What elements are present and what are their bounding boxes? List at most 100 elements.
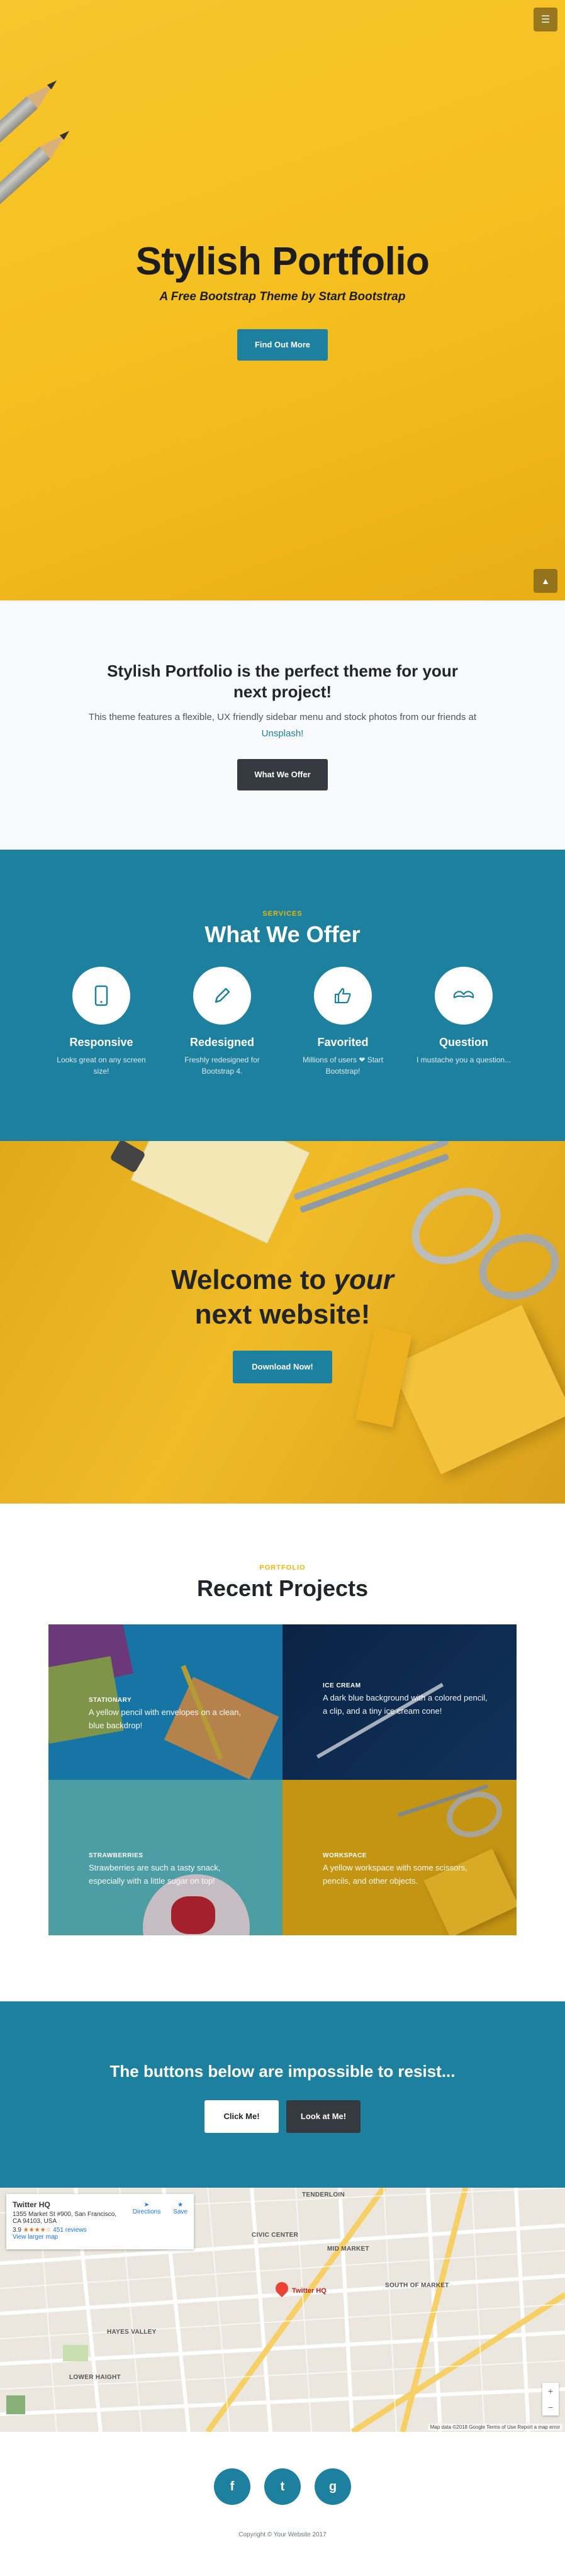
menu-toggle-button[interactable]: ☰: [534, 8, 557, 31]
social-links: f t g: [0, 2468, 565, 2505]
copyright-text: Copyright © Your Website 2017: [238, 2531, 327, 2538]
service-title: Question: [439, 1036, 488, 1049]
service-title: Responsive: [69, 1036, 133, 1049]
service-text: Millions of users ❤ Start Bootstrap!: [302, 1055, 384, 1076]
map-rating-row: 3.9 ★★★★☆ 451 reviews: [13, 2227, 187, 2234]
portfolio-item-text: Strawberries are such a tasty snack, esp…: [89, 1863, 221, 1886]
unsplash-link[interactable]: Unsplash!: [262, 728, 304, 739]
callout-heading-line2: next website!: [194, 1299, 371, 1330]
about-section: Stylish Portfolio is the perfect theme f…: [0, 600, 565, 850]
look-at-me-button[interactable]: Look at Me!: [286, 2100, 361, 2133]
like-icon: [314, 967, 372, 1025]
pencil-decoration: [293, 1141, 449, 1201]
chevron-up-icon: ▲: [541, 576, 550, 586]
portfolio-caption: STRAWBERRIES Strawberries are such a tas…: [89, 1852, 257, 1888]
cta-heading: The buttons below are impossible to resi…: [109, 2062, 456, 2081]
map-pin-label: Twitter HQ: [292, 2287, 327, 2295]
pencil-decoration: [0, 126, 74, 222]
callout-heading-emphasis: your: [333, 1264, 394, 1295]
about-text: This theme features a flexible, UX frien…: [0, 709, 565, 741]
callout-heading: Welcome to your next website!: [0, 1263, 565, 1332]
map-label: MID MARKET: [327, 2246, 369, 2253]
save-label: Save: [173, 2208, 187, 2215]
portfolio-grid: STATIONARY A yellow pencil with envelope…: [48, 1624, 517, 1935]
service-text: Looks great on any screen size!: [57, 1055, 146, 1076]
map-attribution[interactable]: Map data ©2018 Google Terms of Use Repor…: [427, 2424, 562, 2431]
portfolio-caption: STATIONARY A yellow pencil with envelope…: [89, 1697, 257, 1733]
map-section[interactable]: TENDERLOIN CIVIC CENTER MID MARKET SOUTH…: [0, 2188, 565, 2432]
portfolio-item-title: WORKSPACE: [323, 1852, 367, 1859]
callout-content: Welcome to your next website! Download N…: [0, 1263, 565, 1383]
portfolio-item-text: A dark blue background with a colored pe…: [323, 1693, 488, 1716]
services-row: Responsive Looks great on any screen siz…: [0, 967, 565, 1077]
services-section: SERVICES What We Offer Responsive Looks …: [0, 850, 565, 1141]
services-kicker: SERVICES: [262, 910, 303, 918]
footer: f t g Copyright © Your Website 2017: [0, 2432, 565, 2576]
map-rating: 3.9: [13, 2227, 21, 2234]
directions-icon: ➤: [143, 2202, 150, 2208]
map-reviews-link[interactable]: 451 reviews: [53, 2227, 86, 2234]
zoom-in-button[interactable]: +: [542, 2383, 559, 2399]
map-label: LOWER HAIGHT: [69, 2374, 121, 2381]
portfolio-item-title: ICE CREAM: [323, 1682, 361, 1689]
service-item: Favorited Millions of users ❤ Start Boot…: [282, 967, 403, 1077]
about-text-body: This theme features a flexible, UX frien…: [88, 712, 477, 723]
menu-icon: ☰: [540, 14, 551, 25]
portfolio-heading: Recent Projects: [196, 1575, 369, 1601]
notepad-decoration: [130, 1141, 310, 1244]
save-button[interactable]: ★ Save: [173, 2202, 187, 2215]
service-item: Responsive Looks great on any screen siz…: [41, 967, 162, 1077]
click-me-button[interactable]: Click Me!: [204, 2100, 279, 2133]
map-label: TENDERLOIN: [302, 2191, 345, 2198]
hero-section: ☰ Stylish Portfolio A Free Bootstrap The…: [0, 0, 565, 600]
portfolio-kicker: PORTFOLIO: [259, 1564, 306, 1572]
portfolio-item-title: STRAWBERRIES: [89, 1852, 143, 1859]
what-we-offer-button[interactable]: What We Offer: [237, 759, 328, 790]
portfolio-item-ice-cream[interactable]: ICE CREAM A dark blue background with a …: [282, 1624, 517, 1780]
portfolio-caption: ICE CREAM A dark blue background with a …: [323, 1682, 491, 1718]
twitter-icon[interactable]: t: [264, 2468, 301, 2505]
portfolio-item-workspace[interactable]: WORKSPACE A yellow workspace with some s…: [282, 1780, 517, 1935]
star-rating-icon: ★★★★☆: [23, 2227, 52, 2234]
map-actions: ➤ Directions ★ Save: [133, 2202, 187, 2215]
portfolio-item-strawberries[interactable]: STRAWBERRIES Strawberries are such a tas…: [48, 1780, 282, 1935]
portfolio-item-text: A yellow pencil with envelopes on a clea…: [89, 1707, 242, 1730]
callout-heading-plain: Welcome to: [171, 1264, 334, 1295]
hero-content: Stylish Portfolio A Free Bootstrap Theme…: [0, 239, 565, 361]
find-out-more-button[interactable]: Find Out More: [237, 329, 328, 361]
portfolio-caption: WORKSPACE A yellow workspace with some s…: [323, 1852, 491, 1888]
portfolio-item-text: A yellow workspace with some scissors, p…: [323, 1863, 467, 1886]
map-zoom-control: + −: [542, 2383, 559, 2416]
map-place-card: Twitter HQ 1355 Market St #900, San Fran…: [6, 2194, 194, 2249]
call-to-action-section: The buttons below are impossible to resi…: [0, 2001, 565, 2188]
portfolio-item-title: STATIONARY: [89, 1697, 132, 1704]
zoom-out-button[interactable]: −: [542, 2399, 559, 2416]
scroll-to-top-button[interactable]: ▲: [534, 569, 557, 593]
portfolio-section: PORTFOLIO Recent Projects STATIONARY A y…: [0, 1504, 565, 2001]
view-larger-map-link[interactable]: View larger map: [13, 2234, 58, 2241]
map-address: 1355 Market St #900, San Francisco, CA 9…: [13, 2211, 117, 2225]
github-icon[interactable]: g: [315, 2468, 351, 2505]
star-icon: ★: [177, 2202, 184, 2208]
facebook-icon[interactable]: f: [214, 2468, 250, 2505]
hero-subtitle: A Free Bootstrap Theme by Start Bootstra…: [159, 290, 406, 303]
phone-icon: [72, 967, 130, 1025]
map-label: HAYES VALLEY: [107, 2329, 157, 2336]
map-label: SOUTH OF MARKET: [385, 2282, 449, 2289]
pencil-icon: [193, 967, 251, 1025]
service-text: I mustache you a question...: [416, 1055, 512, 1064]
directions-button[interactable]: ➤ Directions: [133, 2202, 160, 2215]
mustache-icon: [435, 967, 493, 1025]
map-label: CIVIC CENTER: [252, 2232, 299, 2239]
download-now-button[interactable]: Download Now!: [233, 1351, 332, 1383]
portfolio-item-stationary[interactable]: STATIONARY A yellow pencil with envelope…: [48, 1624, 282, 1780]
about-heading: Stylish Portfolio is the perfect theme f…: [107, 661, 458, 701]
callout-section: Welcome to your next website! Download N…: [0, 1141, 565, 1504]
service-title: Favorited: [317, 1036, 369, 1049]
service-text: Freshly redesigned for Bootstrap 4.: [184, 1055, 260, 1076]
service-item: Question I mustache you a question...: [403, 967, 524, 1077]
service-title: Redesigned: [189, 1036, 255, 1049]
directions-label: Directions: [132, 2208, 161, 2215]
service-item: Redesigned Freshly redesigned for Bootst…: [162, 967, 282, 1077]
services-heading: What We Offer: [204, 921, 361, 947]
